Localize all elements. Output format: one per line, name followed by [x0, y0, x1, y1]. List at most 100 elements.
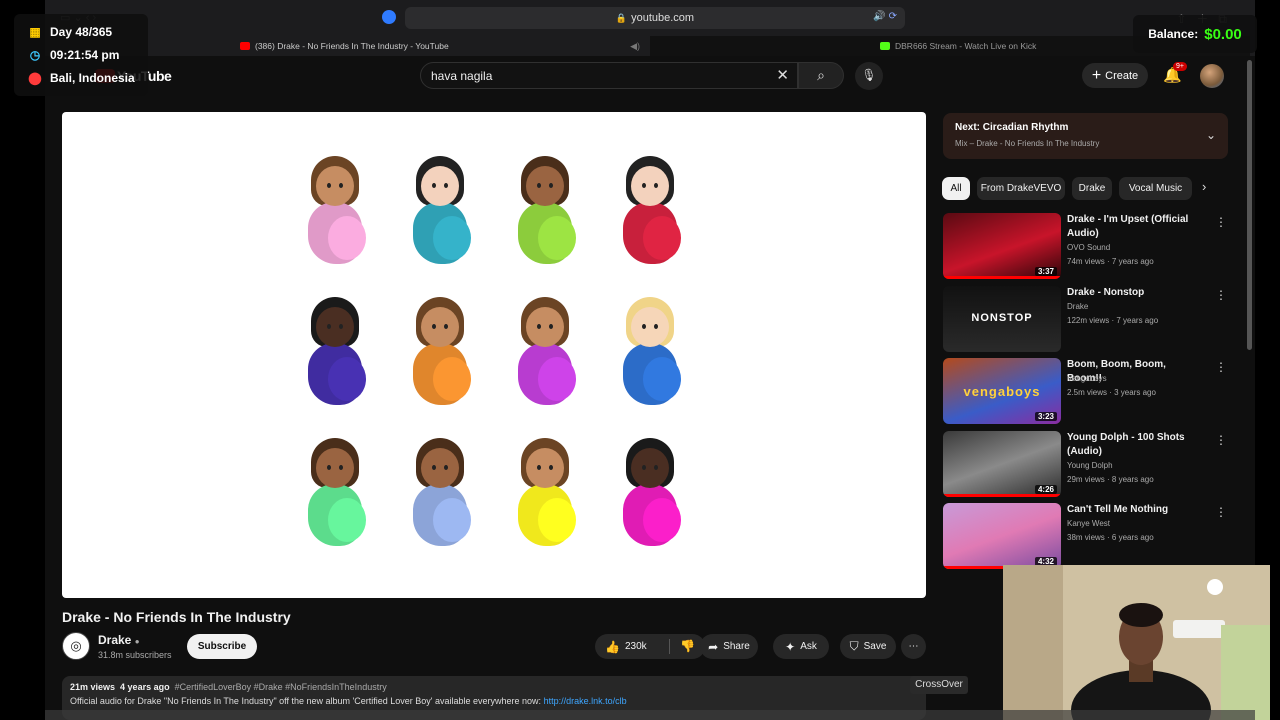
- more-options-icon[interactable]: ⋮: [1215, 288, 1227, 302]
- video-duration: 3:37: [1034, 267, 1057, 276]
- recommended-video-channel[interactable]: OVO Sound: [1067, 243, 1110, 252]
- pregnant-woman-emoji: [407, 297, 473, 409]
- calendar-icon: ▦: [29, 24, 41, 39]
- up-next-title: Next: Circadian Rhythm: [955, 122, 1069, 133]
- bookmark-icon: ⛉: [849, 639, 859, 653]
- recommended-video-stats: 122m views · 7 years ago: [1067, 316, 1159, 325]
- hashtags[interactable]: #CertifiedLoverBoy #Drake #NoFriendsInTh…: [175, 682, 387, 692]
- thumbs-up-icon: 👍: [605, 639, 620, 654]
- sparkle-icon: ✦: [785, 639, 796, 654]
- privacy-shield-icon[interactable]: [382, 10, 396, 24]
- recommended-video[interactable]: 4:32 Can't Tell Me Nothing Kanye West 38m v…: [943, 503, 1233, 569]
- channel-avatar[interactable]: ◎: [62, 632, 90, 660]
- divider: [669, 639, 670, 654]
- balance-value: $0.00: [1204, 25, 1242, 43]
- recommended-video-stats: 38m views · 6 years ago: [1067, 533, 1154, 542]
- recommended-video-title[interactable]: Young Dolph - 100 Shots (Audio): [1067, 431, 1202, 459]
- more-options-icon[interactable]: ⋮: [1215, 505, 1227, 519]
- recommended-video-channel[interactable]: Young Dolph: [1067, 461, 1113, 470]
- more-options-icon[interactable]: ⋮: [1215, 215, 1227, 229]
- thumbs-down-icon[interactable]: 👎: [680, 639, 695, 653]
- filter-chips: All From DrakeVEVO Drake Vocal Music ›: [942, 177, 1232, 201]
- share-button[interactable]: ➦ Share: [700, 634, 758, 659]
- speaker-icon[interactable]: ◀): [630, 41, 640, 52]
- tab-label: DBR666 Stream - Watch Live on Kick: [895, 41, 1037, 51]
- save-button[interactable]: ⛉ Save: [840, 634, 896, 659]
- chip-vocal-music[interactable]: Vocal Music: [1119, 177, 1192, 200]
- youtube-header: YouTube hava nagila ✕ ⌕ 🎙 +Create 🔔9+: [45, 56, 1255, 96]
- clock: ◷ 09:21:54 pm: [29, 47, 120, 62]
- recommended-video[interactable]: 4:26 Young Dolph - 100 Shots (Audio) Young…: [943, 431, 1233, 497]
- location: ⬤ Bali, Indonesia: [28, 70, 135, 85]
- recommended-video-title[interactable]: Drake - Nonstop: [1067, 286, 1202, 300]
- microphone-icon: 🎙: [861, 68, 877, 82]
- pregnant-woman-emoji: [617, 297, 683, 409]
- pregnant-woman-emoji: [302, 297, 368, 409]
- scrollbar[interactable]: [1247, 60, 1252, 350]
- like-button[interactable]: 👍 230k 👎: [595, 634, 705, 659]
- tab-youtube[interactable]: (386) Drake - No Friends In The Industry…: [240, 36, 650, 56]
- pregnant-woman-emoji: [302, 438, 368, 550]
- more-options-icon[interactable]: ⋮: [1215, 433, 1227, 447]
- pregnant-woman-emoji: [617, 156, 683, 268]
- pregnant-woman-emoji: [512, 156, 578, 268]
- subscriber-count: 31.8m subscribers: [98, 650, 172, 660]
- video-thumbnail[interactable]: 4:26: [943, 431, 1061, 497]
- search-button[interactable]: ⌕: [798, 62, 844, 89]
- video-thumbnail[interactable]: vengaboys 3:23: [943, 358, 1061, 424]
- plus-icon: +: [1091, 66, 1102, 84]
- recommended-video-channel[interactable]: Kanye West: [1067, 519, 1110, 528]
- voice-search-button[interactable]: 🎙: [855, 62, 883, 90]
- video-player[interactable]: [62, 112, 926, 598]
- recommended-video[interactable]: vengaboys 3:23 Boom, Boom, Boom, Boom!! Ven…: [943, 358, 1233, 424]
- chevron-right-icon[interactable]: ›: [1202, 179, 1206, 194]
- create-button[interactable]: + Create: [1082, 63, 1148, 88]
- recommended-video-stats: 29m views · 8 years ago: [1067, 475, 1154, 484]
- recommended-video-channel[interactable]: Vengaboys: [1067, 374, 1107, 383]
- audio-playing-icon[interactable]: 🔊 ⟳: [873, 11, 897, 22]
- clear-search-icon[interactable]: ✕: [776, 66, 789, 84]
- recommended-video-title[interactable]: Can't Tell Me Nothing: [1067, 503, 1202, 517]
- lock-icon: 🔒: [615, 12, 628, 23]
- verified-icon: ●: [134, 637, 140, 646]
- pregnant-woman-emoji: [512, 438, 578, 550]
- pregnant-woman-emoji: [617, 438, 683, 550]
- notifications-button[interactable]: 🔔 9+: [1163, 62, 1187, 84]
- search-icon: ⌕: [817, 67, 825, 83]
- thumbnail-text: vengaboys: [963, 384, 1041, 399]
- video-thumbnail[interactable]: NONSTOP: [943, 286, 1061, 352]
- video-thumbnail[interactable]: 3:37: [943, 213, 1061, 279]
- channel-name[interactable]: Drake ●: [98, 633, 140, 647]
- subscribe-button[interactable]: Subscribe: [187, 634, 257, 659]
- watch-progress-bar: [943, 494, 1061, 497]
- more-options-icon[interactable]: ⋮: [1215, 360, 1227, 374]
- kick-favicon-icon: [880, 42, 890, 50]
- recommended-video-channel[interactable]: Drake: [1067, 302, 1088, 311]
- balance-label: Balance:: [1148, 27, 1199, 41]
- chip-drake[interactable]: Drake: [1072, 177, 1112, 200]
- address-bar[interactable]: 🔒 youtube.com 🔊 ⟳: [405, 7, 905, 29]
- tab-label: (386) Drake - No Friends In The Industry…: [255, 41, 449, 51]
- macos-dock[interactable]: [45, 710, 1255, 720]
- search-input[interactable]: hava nagila ✕: [420, 62, 798, 89]
- chip-all[interactable]: All: [942, 177, 970, 200]
- chip-from-drakevevo[interactable]: From DrakeVEVO: [977, 177, 1065, 200]
- up-next-panel[interactable]: Next: Circadian Rhythm Mix – Drake - No …: [943, 113, 1228, 159]
- album-link[interactable]: http://drake.lnk.to/clb: [544, 696, 627, 706]
- video-title: Drake - No Friends In The Industry: [62, 609, 291, 625]
- more-actions-button[interactable]: ⋯: [901, 634, 926, 659]
- account-avatar[interactable]: [1200, 64, 1224, 88]
- url-text: youtube.com: [631, 12, 695, 24]
- thumbnail-text: NONSTOP: [971, 312, 1033, 324]
- recommended-video[interactable]: NONSTOP Drake - Nonstop Drake 122m views · …: [943, 286, 1233, 352]
- video-thumbnail[interactable]: 4:32: [943, 503, 1061, 569]
- like-count: 230k: [624, 641, 647, 652]
- video-duration: 4:26: [1034, 485, 1057, 494]
- recommended-video-title[interactable]: Drake - I'm Upset (Official Audio): [1067, 213, 1202, 241]
- tab-bar: (386) Drake - No Friends In The Industry…: [45, 36, 1255, 56]
- recommended-video[interactable]: 3:37 Drake - I'm Upset (Official Audio) OV…: [943, 213, 1233, 279]
- ask-button[interactable]: ✦ Ask: [773, 634, 829, 659]
- webcam-overlay: [1003, 565, 1270, 720]
- chevron-down-icon[interactable]: ⌄: [1206, 128, 1216, 142]
- pregnant-woman-emoji: [407, 156, 473, 268]
